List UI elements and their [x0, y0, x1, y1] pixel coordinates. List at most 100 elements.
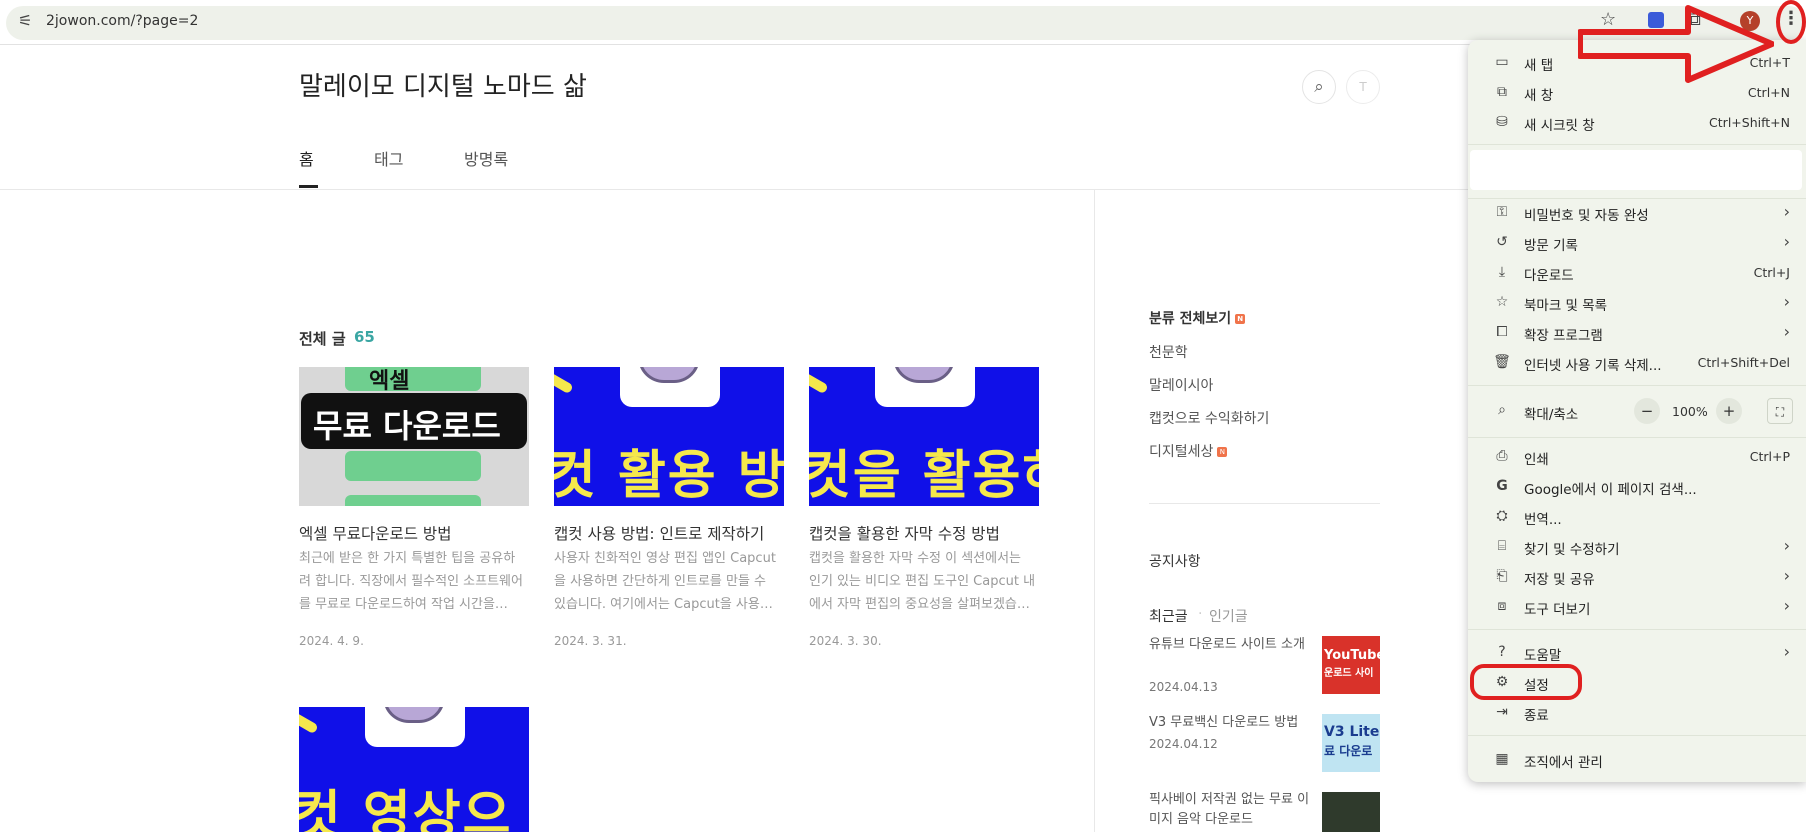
login-icon[interactable]: T — [1346, 70, 1380, 104]
recent-post-thumbnail[interactable]: YouTube 운로드 사이 — [1322, 636, 1380, 694]
recent-post-date: 2024.04.13 — [1149, 680, 1218, 694]
building-icon: ▦ — [1495, 751, 1509, 767]
fullscreen-icon[interactable]: ⛶ — [1767, 398, 1793, 424]
notice-heading[interactable]: 공지사항 — [1149, 551, 1201, 571]
blog-title[interactable]: 말레이모 디지털 노마드 삶 — [299, 66, 587, 103]
chevron-right-icon: › — [1783, 566, 1790, 585]
post-thumbnail[interactable]: 컷 활용 방 — [554, 367, 784, 506]
tab-tags[interactable]: 태그 — [374, 146, 403, 170]
menu-extensions[interactable]: ⧠ 확장 프로그램 › — [1468, 318, 1806, 348]
category-all-link[interactable]: 분류 전체보기 N — [1149, 308, 1246, 328]
puzzle-icon: ⧠ — [1496, 324, 1508, 340]
recent-post-date: 2024.04.12 — [1149, 737, 1218, 751]
incognito-icon: ⛁ — [1496, 114, 1508, 130]
thumb-text: 엑셀 — [369, 369, 410, 394]
menu-downloads[interactable]: ⤓ 다운로드 Ctrl+J — [1468, 258, 1806, 288]
recent-post-title[interactable]: 픽사베이 저작권 없는 무료 이미지 음악 다운로드 — [1149, 790, 1319, 830]
category-link[interactable]: 캡컷으로 수익화하기 — [1149, 408, 1269, 428]
chevron-right-icon: › — [1783, 322, 1790, 341]
menu-translate[interactable]: ⛭ 번역... — [1468, 502, 1806, 532]
menu-find-edit[interactable]: ⌸ 찾기 및 수정하기 › — [1468, 532, 1806, 562]
chevron-right-icon: › — [1783, 202, 1790, 221]
post-date: 2024. 3. 30. — [809, 634, 882, 648]
new-badge-icon: N — [1217, 447, 1228, 457]
profile-section[interactable] — [1470, 150, 1802, 190]
menu-print[interactable]: ⎙ 인쇄 Ctrl+P — [1468, 442, 1806, 472]
active-tab-indicator — [299, 185, 318, 188]
chevron-right-icon: › — [1783, 642, 1790, 661]
google-icon: G — [1496, 478, 1508, 494]
history-icon: ↺ — [1496, 234, 1508, 250]
menu-passwords[interactable]: ⚿ 비밀번호 및 자동 완성 › — [1468, 198, 1806, 228]
post-thumbnail[interactable]: 컷 영상으 — [299, 707, 529, 832]
menu-more-tools[interactable]: ⧈ 도구 더보기 › — [1468, 592, 1806, 622]
thumb-text: 컷 영상으 — [299, 786, 513, 832]
sidebar-divider — [1094, 190, 1095, 832]
post-thumbnail[interactable]: 컷을 활용하 — [809, 367, 1039, 506]
zoom-icon: ⌕ — [1498, 402, 1506, 418]
exit-icon: ⇥ — [1496, 704, 1508, 720]
tab-popular-posts[interactable]: 인기글 — [1209, 606, 1248, 626]
post-excerpt[interactable]: 캡컷을 활용한 자막 수정 이 섹션에서는 인기 있는 비디오 편집 도구인 C… — [809, 547, 1037, 616]
menu-google-search[interactable]: G Google에서 이 페이지 검색... — [1468, 472, 1806, 502]
sidebar-separator — [1149, 503, 1380, 504]
post-date: 2024. 3. 31. — [554, 634, 627, 648]
menu-save-share[interactable]: ⎗ 저장 및 공유 › — [1468, 562, 1806, 592]
menu-separator — [1468, 629, 1806, 630]
chevron-right-icon: › — [1783, 292, 1790, 311]
key-icon: ⚿ — [1496, 204, 1508, 220]
category-link[interactable]: 디지털세상 N — [1149, 441, 1228, 461]
menu-separator — [1468, 437, 1806, 438]
thumb-text: 무료 다운로드 — [313, 407, 501, 445]
post-excerpt[interactable]: 사용자 친화적인 영상 편집 앱인 Capcut을 사용하면 간단하게 인트로를… — [554, 547, 782, 616]
tab-home[interactable]: 홈 — [299, 146, 314, 170]
post-title[interactable]: 엑셀 무료다운로드 방법 — [299, 522, 451, 544]
total-posts-count: 65 — [354, 328, 375, 346]
menu-exit[interactable]: ⇥ 종료 — [1468, 698, 1806, 728]
chevron-right-icon: › — [1783, 596, 1790, 615]
zoom-in-button[interactable]: + — [1716, 398, 1742, 424]
site-info-icon[interactable]: ⚟ — [18, 11, 32, 30]
menu-bookmarks[interactable]: ☆ 북마크 및 목록 › — [1468, 288, 1806, 318]
menu-clear-data[interactable]: 🗑 인터넷 사용 기록 삭제... Ctrl+Shift+Del — [1468, 348, 1806, 378]
address-bar[interactable] — [6, 6, 1806, 40]
annotation-circle-menu — [1776, 0, 1806, 44]
post-title[interactable]: 캡컷을 활용한 자막 수정 방법 — [809, 522, 1000, 544]
tab-recent-posts[interactable]: 최근글 — [1149, 606, 1188, 626]
annotation-arrow-icon — [1578, 5, 1774, 83]
category-link[interactable]: 천문학 — [1149, 342, 1188, 362]
help-icon: ? — [1498, 644, 1506, 660]
recent-post-title[interactable]: V3 무료백신 다운로드 방법 — [1149, 713, 1319, 733]
translate-icon: ⛭ — [1496, 508, 1508, 524]
menu-incognito[interactable]: ⛁ 새 시크릿 창 Ctrl+Shift+N — [1468, 108, 1806, 138]
save-share-icon: ⎗ — [1496, 568, 1508, 584]
category-link[interactable]: 말레이시아 — [1149, 375, 1213, 395]
toolbox-icon: ⧈ — [1497, 598, 1507, 614]
star-icon: ☆ — [1495, 294, 1509, 310]
post-thumbnail[interactable]: 엑셀 무료 다운로드 — [299, 367, 529, 506]
annotation-circle-settings — [1470, 664, 1582, 700]
tab-guestbook[interactable]: 방명록 — [464, 146, 508, 170]
post-title[interactable]: 캡컷 사용 방법: 인트로 제작하기 — [554, 522, 764, 544]
menu-managed-by-org[interactable]: ▦ 조직에서 관리 — [1468, 745, 1806, 775]
recent-post-thumbnail[interactable]: V3 Lite 료 다운로 — [1322, 714, 1380, 772]
thumb-text: 컷을 활용하 — [809, 446, 1039, 506]
zoom-level: 100% — [1672, 404, 1708, 419]
zoom-out-button[interactable]: − — [1634, 398, 1660, 424]
menu-separator — [1468, 735, 1806, 736]
recent-post-title[interactable]: 유튜브 다운로드 사이트 소개 — [1149, 635, 1319, 655]
trash-icon: 🗑 — [1493, 354, 1511, 370]
chevron-right-icon: › — [1783, 232, 1790, 251]
menu-separator — [1468, 144, 1806, 145]
tab-separator: · — [1198, 606, 1203, 622]
chevron-right-icon: › — [1783, 536, 1790, 555]
browser-toolbar: ⚟ 2jowon.com/?page=2 ☆ ⧉ Y ⋮ — [0, 0, 1806, 45]
printer-icon: ⎙ — [1496, 448, 1508, 464]
download-icon: ⤓ — [1498, 264, 1506, 280]
search-icon[interactable]: ⌕ — [1302, 70, 1336, 104]
menu-history[interactable]: ↺ 방문 기록 › — [1468, 228, 1806, 258]
recent-post-thumbnail[interactable] — [1322, 792, 1380, 832]
post-excerpt[interactable]: 최근에 받은 한 가지 특별한 팁을 공유하려 합니다. 직장에서 필수적인 소… — [299, 547, 527, 616]
url-text[interactable]: 2jowon.com/?page=2 — [46, 13, 198, 29]
new-badge-icon: N — [1235, 314, 1246, 324]
